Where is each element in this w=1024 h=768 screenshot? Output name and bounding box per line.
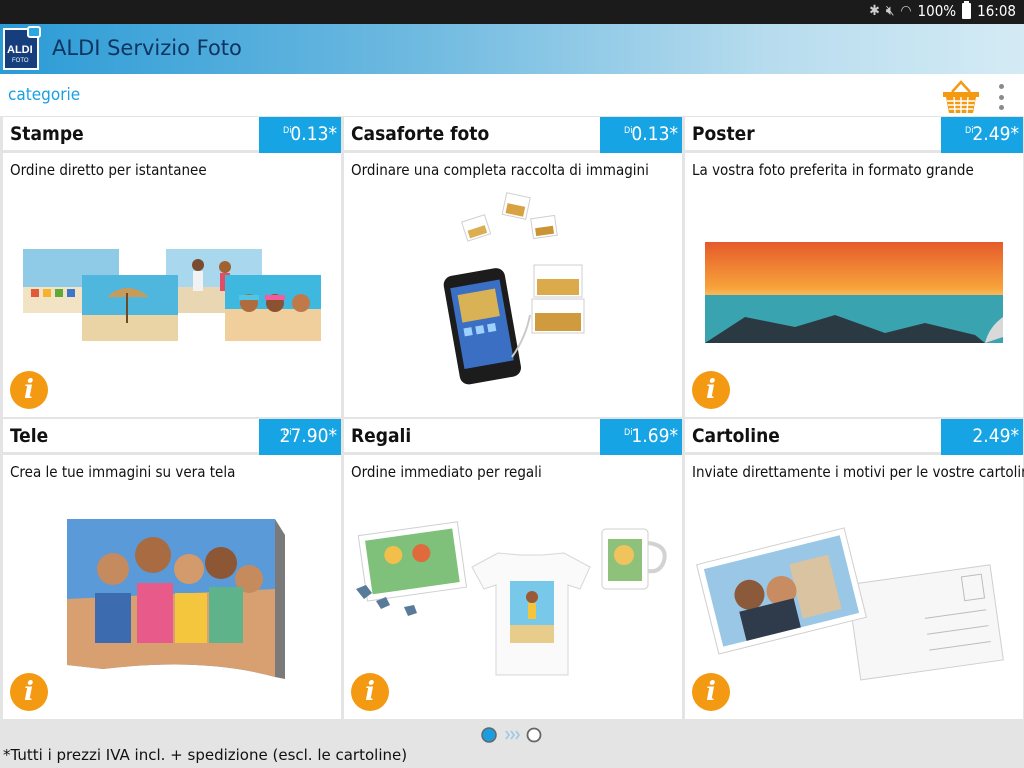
tile-cartoline[interactable]: Cartoline 2.49* Inviate direttamente i m…	[685, 419, 1024, 719]
tile-poster[interactable]: Poster Di 2.49* La vostra foto preferita…	[685, 117, 1023, 417]
toolbar: categorie	[0, 74, 1024, 116]
tile-description: Ordinare una completa raccolta di immagi…	[351, 161, 649, 179]
tile-description: Crea le tue immagini su vera tela	[10, 463, 236, 481]
battery-icon	[962, 1, 972, 19]
tile-description: Ordine diretto per istantanee	[10, 161, 207, 179]
tile-title: Poster	[692, 123, 755, 145]
tile-title: Casaforte foto	[351, 123, 490, 145]
camera-icon	[27, 26, 41, 38]
price-badge: 2.49*	[941, 419, 1023, 455]
poster-image	[705, 242, 1003, 343]
battery-percent: 100%	[917, 2, 957, 20]
price-badge: Di 0.13*	[259, 117, 341, 153]
app-bar: ALDI FOTO ALDI Servizio Foto	[0, 24, 1024, 74]
info-button[interactable]: i	[692, 371, 730, 409]
tile-description: La vostra foto preferita in formato gran…	[692, 161, 974, 179]
swipe-arrows-icon	[505, 730, 520, 740]
app-title: ALDI Servizio Foto	[52, 36, 242, 60]
tile-regali[interactable]: Regali Di 1.69* Ordine immediato per reg…	[344, 419, 682, 719]
bluetooth-icon: ✱	[869, 3, 880, 19]
mute-icon: 🔇︎	[885, 3, 895, 19]
page-indicator[interactable]	[481, 726, 545, 744]
info-button[interactable]: i	[351, 673, 389, 711]
tile-title: Cartoline	[692, 425, 780, 447]
prints-image	[23, 249, 321, 341]
tile-casaforte-foto[interactable]: Casaforte foto Di 0.13* Ordinare una com…	[344, 117, 682, 417]
gifts-image	[356, 521, 667, 676]
overflow-menu-icon[interactable]	[996, 84, 1006, 110]
shopping-basket-icon[interactable]	[942, 80, 980, 114]
categories-tab[interactable]: categorie	[8, 85, 80, 105]
tile-title: Tele	[10, 425, 49, 447]
canvas-image	[67, 519, 285, 679]
price-badge: Di 27.90*	[259, 419, 341, 455]
price-badge: Di 0.13*	[600, 117, 682, 153]
info-button[interactable]: i	[10, 371, 48, 409]
tile-stampe[interactable]: Stampe Di 0.13* Ordine diretto per istan…	[3, 117, 341, 417]
price-badge: Di 2.49*	[941, 117, 1023, 153]
tile-title: Regali	[351, 425, 412, 447]
info-button[interactable]: i	[10, 673, 48, 711]
status-bar: ✱ 🔇︎ ◠ 100% 16:08	[0, 0, 1024, 24]
photo-vault-image	[443, 192, 585, 385]
tile-description: Inviate direttamente i motivi per le vos…	[692, 463, 1024, 481]
page-dot-inactive[interactable]	[526, 727, 542, 743]
clock: 16:08	[977, 2, 1016, 20]
postcards-image	[696, 527, 1004, 681]
aldi-foto-logo: ALDI FOTO	[3, 26, 41, 70]
price-footnote: *Tutti i prezzi IVA incl. + spedizione (…	[3, 746, 408, 764]
tile-description: Ordine immediato per regali	[351, 463, 542, 481]
page-dot-active[interactable]	[481, 727, 497, 743]
tile-tele[interactable]: Tele Di 27.90* Crea le tue immagini su v…	[3, 419, 341, 719]
wifi-icon: ◠	[900, 3, 912, 19]
price-badge: Di 1.69*	[600, 419, 682, 455]
tile-title: Stampe	[10, 123, 84, 145]
info-button[interactable]: i	[692, 673, 730, 711]
